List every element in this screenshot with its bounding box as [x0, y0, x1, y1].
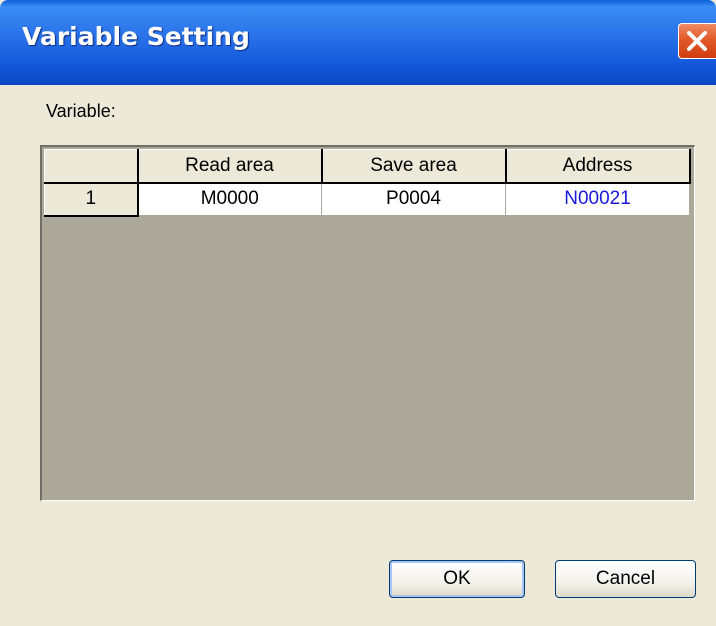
variable-label: Variable:: [46, 101, 116, 121]
variable-setting-dialog: Variable Setting Variable: Read area Sav…: [0, 0, 716, 626]
variable-grid[interactable]: Read area Save area Address 1 M0000 P000…: [40, 145, 695, 501]
column-header-save-area[interactable]: Save area: [321, 149, 507, 184]
row-header-1[interactable]: 1: [44, 182, 139, 217]
dialog-title: Variable Setting: [22, 22, 250, 51]
column-header-address[interactable]: Address: [505, 149, 691, 184]
ok-button[interactable]: OK: [389, 560, 525, 598]
save-area-cell[interactable]: P0004: [321, 182, 506, 216]
header-row: Read area Save area Address: [44, 149, 691, 184]
column-header-read-area[interactable]: Read area: [137, 149, 323, 184]
title-bar[interactable]: Variable Setting: [0, 0, 716, 85]
read-area-cell[interactable]: M0000: [137, 182, 322, 216]
address-cell[interactable]: N00021: [505, 182, 690, 216]
table-row: 1 M0000 P0004 N00021: [44, 182, 690, 217]
close-button[interactable]: [678, 23, 716, 59]
variable-table: Read area Save area Address 1 M0000 P000…: [44, 149, 691, 217]
close-x-icon: [687, 31, 707, 51]
corner-header-cell[interactable]: [44, 149, 139, 184]
cancel-button[interactable]: Cancel: [555, 560, 696, 598]
